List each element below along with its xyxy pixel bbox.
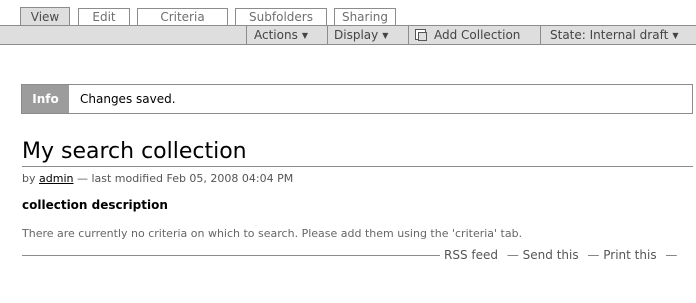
byline-prefix: by bbox=[22, 172, 36, 185]
info-message: Info Changes saved. bbox=[21, 84, 693, 114]
display-menu-label: Display bbox=[334, 28, 379, 42]
dash-separator: — bbox=[506, 248, 519, 262]
send-this-link[interactable]: Send this bbox=[523, 248, 579, 262]
actions-menu-label: Actions bbox=[254, 28, 298, 42]
collection-description: collection description bbox=[22, 198, 168, 212]
chevron-down-icon: ▼ bbox=[672, 31, 679, 40]
document-actions: RSS feed — Send this — Print this — bbox=[444, 248, 677, 262]
add-collection-label: Add Collection bbox=[434, 28, 521, 42]
byline: by admin — last modified Feb 05, 2008 04… bbox=[22, 172, 293, 185]
actions-menu[interactable]: Actions ▼ bbox=[254, 26, 308, 44]
tab-subfolders[interactable]: Subfolders bbox=[235, 8, 327, 25]
chevron-down-icon: ▼ bbox=[301, 31, 308, 40]
document-copy-icon bbox=[415, 29, 427, 41]
divider bbox=[246, 26, 247, 44]
print-this-link[interactable]: Print this bbox=[603, 248, 656, 262]
author-link[interactable]: admin bbox=[39, 172, 73, 185]
no-criteria-note: There are currently no criteria on which… bbox=[22, 227, 523, 240]
tab-criteria[interactable]: Criteria bbox=[137, 8, 228, 25]
tab-edit[interactable]: Edit bbox=[78, 8, 130, 25]
rss-feed-link[interactable]: RSS feed bbox=[444, 248, 498, 262]
dash-separator: — bbox=[665, 248, 678, 262]
state-menu[interactable]: State: Internal draft ▼ bbox=[550, 26, 678, 44]
state-menu-label: State: Internal draft bbox=[550, 28, 669, 42]
divider bbox=[327, 26, 328, 44]
last-modified: — last modified Feb 05, 2008 04:04 PM bbox=[76, 172, 294, 185]
page-title: My search collection bbox=[22, 138, 693, 167]
content-tabs: View Edit Criteria Subfolders Sharing bbox=[0, 0, 696, 26]
action-bar: Actions ▼ Display ▼ Add Collection State: … bbox=[0, 25, 696, 45]
chevron-down-icon: ▼ bbox=[382, 31, 389, 40]
dash-separator: — bbox=[587, 248, 600, 262]
display-menu[interactable]: Display ▼ bbox=[334, 26, 388, 44]
add-collection-button[interactable]: Add Collection bbox=[415, 26, 520, 44]
info-badge: Info bbox=[22, 85, 69, 113]
tab-view[interactable]: View bbox=[20, 7, 70, 26]
divider bbox=[540, 26, 541, 44]
footer-divider bbox=[22, 255, 440, 256]
info-message-text: Changes saved. bbox=[80, 92, 176, 106]
tab-sharing[interactable]: Sharing bbox=[334, 8, 396, 25]
divider bbox=[408, 26, 409, 44]
